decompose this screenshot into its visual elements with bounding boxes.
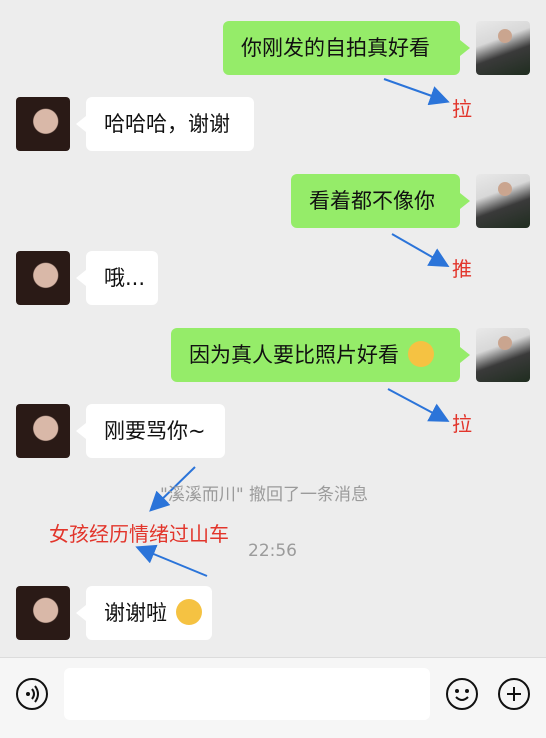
emoji-icon bbox=[407, 341, 434, 367]
message-text: 因为真人要比照片好看 bbox=[189, 343, 399, 367]
message-bubble-right[interactable]: 看着都不像你 bbox=[291, 174, 470, 228]
message-bubble-left[interactable]: 哈哈哈，谢谢 bbox=[76, 97, 254, 151]
message-text: 哈哈哈，谢谢 bbox=[104, 112, 230, 136]
message-text: 刚要骂你~ bbox=[104, 419, 206, 443]
message-text: 谢谢啦 bbox=[104, 601, 167, 625]
message-text: 看着都不像你 bbox=[309, 189, 435, 213]
avatar-me[interactable] bbox=[476, 21, 530, 75]
message-bubble-right[interactable]: 因为真人要比照片好看 bbox=[171, 328, 470, 382]
emoji-icon bbox=[175, 599, 202, 625]
avatar-contact[interactable] bbox=[16, 97, 70, 151]
avatar-me[interactable] bbox=[476, 328, 530, 382]
voice-toggle-icon[interactable] bbox=[16, 678, 48, 710]
avatar-contact[interactable] bbox=[16, 404, 70, 458]
plus-icon[interactable] bbox=[498, 678, 530, 710]
annotation-label: 拉 bbox=[452, 412, 472, 436]
message-bubble-left[interactable]: 谢谢啦 bbox=[76, 586, 212, 640]
annotation-arrow bbox=[135, 544, 208, 577]
annotation-label: 推 bbox=[452, 257, 472, 281]
message-bubble-right[interactable]: 你刚发的自拍真好看 bbox=[223, 21, 470, 75]
timestamp: 22:56 bbox=[248, 541, 297, 561]
annotation-arrow bbox=[383, 78, 450, 106]
annotation-arrow bbox=[391, 233, 450, 267]
recall-notice: "溪溪而川" 撤回了一条消息 bbox=[160, 485, 369, 505]
avatar-me[interactable] bbox=[476, 174, 530, 228]
message-text: 你刚发的自拍真好看 bbox=[241, 36, 430, 60]
annotation-caption: 女孩经历情绪过山车 bbox=[49, 522, 229, 546]
message-bubble-left[interactable]: 哦... bbox=[76, 251, 158, 305]
message-text: 哦... bbox=[104, 266, 146, 290]
annotation-arrow bbox=[387, 388, 450, 422]
message-input[interactable] bbox=[64, 668, 430, 720]
message-bubble-left[interactable]: 刚要骂你~ bbox=[76, 404, 225, 458]
avatar-contact[interactable] bbox=[16, 251, 70, 305]
input-bar bbox=[0, 657, 546, 738]
avatar-contact[interactable] bbox=[16, 586, 70, 640]
annotation-label: 拉 bbox=[452, 97, 472, 121]
emoji-icon[interactable] bbox=[446, 678, 478, 710]
